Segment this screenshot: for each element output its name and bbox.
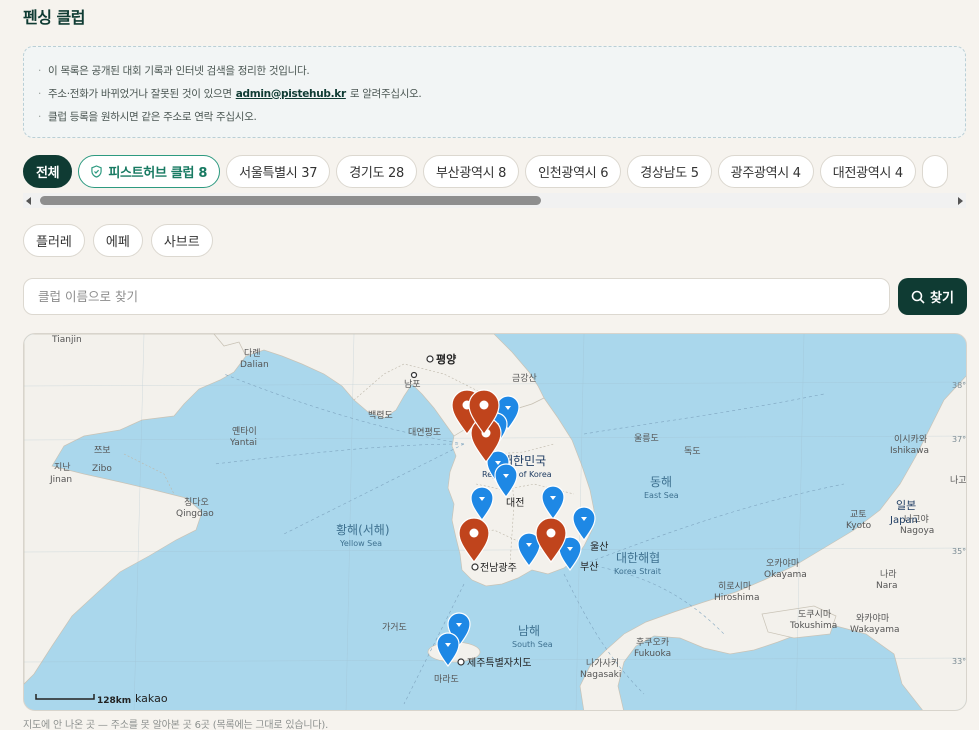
map-label: 독도 bbox=[684, 446, 701, 457]
land-japan bbox=[579, 375, 966, 710]
contact-email-link[interactable]: admin@pistehub.kr bbox=[236, 88, 346, 100]
chip-weapon-epee[interactable]: 에페 bbox=[92, 224, 143, 257]
sea-label: Korea Strait bbox=[614, 567, 661, 576]
chip-region[interactable]: 경상남도 5 bbox=[627, 155, 712, 188]
map-label: 마라도 bbox=[434, 674, 459, 685]
map-label: Kyoto bbox=[846, 521, 872, 531]
sea-label: 동해 bbox=[650, 475, 672, 489]
city-marker bbox=[457, 658, 465, 666]
map-label: 백령도 bbox=[368, 409, 393, 421]
scroll-right-arrow-icon[interactable] bbox=[958, 197, 963, 205]
chip-all[interactable]: 전체 bbox=[23, 155, 73, 188]
map-scale: 128km bbox=[35, 694, 131, 706]
map-label: 금강산 bbox=[512, 373, 537, 384]
city-marker bbox=[471, 563, 479, 571]
map-label: Tokushima bbox=[789, 621, 837, 631]
map-label: 이시카와 bbox=[894, 433, 927, 445]
chip-region[interactable]: 부산광역시 8 bbox=[423, 155, 520, 188]
city-label: 대전 bbox=[506, 497, 524, 509]
map-footnote: 지도에 안 나온 곳 — 주소를 못 알아본 곳 6곳 (목록에는 그대로 있습… bbox=[23, 720, 329, 730]
weapon-filter-chips: 플러레 에페 사브르 bbox=[23, 224, 213, 258]
chip-weapon-foil[interactable]: 플러레 bbox=[23, 224, 85, 257]
notice-line: · 이 목록은 공개된 대회 기록과 인터넷 검색을 정리한 것입니다. bbox=[38, 64, 310, 78]
latitude-label: 35° bbox=[952, 547, 966, 556]
map-provider-logo: kakao bbox=[135, 692, 168, 705]
search-button[interactable]: 찾기 bbox=[898, 278, 967, 315]
city-label: 전남광주 bbox=[480, 562, 517, 574]
map-label: 나가사키 bbox=[586, 658, 619, 669]
map-label: 도쿠시마 bbox=[798, 609, 832, 620]
map-label: 다롄 bbox=[244, 348, 261, 359]
map-label: 나고 bbox=[950, 475, 967, 486]
chip-region[interactable]: 경기도 28 bbox=[336, 155, 417, 188]
sea-label: 황해(서해) bbox=[336, 523, 390, 537]
chip-region[interactable]: 대전광역시 4 bbox=[819, 155, 916, 188]
sea-label: South Sea bbox=[512, 640, 553, 649]
map-label: 후쿠오카 bbox=[636, 637, 669, 648]
map-label: 지난 bbox=[54, 462, 71, 473]
map-label: Nara bbox=[876, 581, 897, 591]
map-label: Tianjin bbox=[51, 335, 82, 345]
notice-line: · 클럽 등록을 원하시면 같은 주소로 연락 주십시오. bbox=[38, 110, 257, 124]
latitude-label: 38° bbox=[952, 381, 966, 390]
sea-label: 남해 bbox=[518, 624, 540, 638]
chip-region[interactable]: 서울특별시 37 bbox=[226, 155, 331, 188]
club-map[interactable]: Tianjin 다롄 Dalian 남포 금강산 백령도 대연평도 옌타이 Ya… bbox=[23, 333, 967, 711]
chips-scrollbar[interactable] bbox=[23, 193, 966, 208]
chip-weapon-sabre[interactable]: 사브르 bbox=[150, 224, 213, 257]
map-label: Qingdao bbox=[176, 509, 214, 519]
city-label: 평양 bbox=[436, 352, 456, 366]
country-label: 일본 bbox=[896, 498, 916, 512]
latitude-label: 33° bbox=[952, 657, 966, 666]
scrollbar-thumb[interactable] bbox=[40, 196, 541, 205]
page-title: 펜싱 클럽 bbox=[23, 8, 85, 27]
map-label: 오카야마 bbox=[766, 558, 800, 569]
city-label: 제주특별자치도 bbox=[467, 657, 531, 669]
chip-region[interactable]: 인천광역시 6 bbox=[525, 155, 622, 188]
map-canvas[interactable]: Tianjin 다롄 Dalian 남포 금강산 백령도 대연평도 옌타이 Ya… bbox=[24, 334, 967, 711]
city-marker bbox=[410, 371, 418, 379]
notice-line: · 주소·전화가 바뀌었거나 잘못된 것이 있으면 admin@pistehub.k… bbox=[38, 87, 422, 101]
shield-check-icon bbox=[91, 165, 103, 178]
map-label: 쯔보 bbox=[94, 445, 111, 456]
map-label: Zibo bbox=[92, 464, 112, 474]
city-label: 부산 bbox=[580, 561, 598, 573]
sea-label: East Sea bbox=[644, 491, 679, 500]
chip-region[interactable]: 광주광역시 4 bbox=[717, 155, 814, 188]
chip-region[interactable] bbox=[921, 155, 948, 188]
city-label: 울산 bbox=[590, 541, 608, 553]
club-search-input[interactable] bbox=[23, 278, 890, 315]
search-icon bbox=[911, 290, 925, 304]
chip-pistehub-clubs[interactable]: 피스트허브 클럽 8 bbox=[78, 155, 221, 188]
map-label: 와카야마 bbox=[856, 612, 890, 624]
map-label: Hiroshima bbox=[714, 593, 759, 603]
map-label: Jinan bbox=[49, 475, 72, 485]
map-label: Nagasaki bbox=[580, 670, 621, 680]
map-label: 남포 bbox=[404, 379, 421, 390]
city-marker bbox=[426, 355, 434, 363]
country-label: Japan bbox=[889, 515, 918, 526]
map-label: Ishikawa bbox=[890, 446, 929, 456]
map-label: 울릉도 bbox=[634, 433, 659, 444]
latitude-label: 37° bbox=[952, 435, 966, 444]
map-label: 칭다오 bbox=[184, 497, 209, 508]
map-label: 교토 bbox=[850, 510, 867, 520]
region-filter-chips: 전체 피스트허브 클럽 8 서울특별시 37 경기도 28 부산광역시 8 인천광역시 6… bbox=[23, 155, 979, 189]
sea-label: 대한해협 bbox=[616, 551, 660, 565]
map-label: Fukuoka bbox=[634, 649, 671, 659]
map-label: 대연평도 bbox=[408, 427, 441, 438]
scroll-left-arrow-icon[interactable] bbox=[26, 197, 31, 205]
map-label: 가거도 bbox=[382, 622, 407, 633]
map-label: Okayama bbox=[764, 570, 807, 580]
scale-label: 128km bbox=[97, 696, 131, 706]
notice-box: · 이 목록은 공개된 대회 기록과 인터넷 검색을 정리한 것입니다. · 주소·… bbox=[23, 46, 966, 138]
map-label: Dalian bbox=[240, 360, 269, 370]
map-label: Nagoya bbox=[900, 526, 934, 536]
sea-label: Yellow Sea bbox=[339, 539, 382, 548]
map-label: Yantai bbox=[229, 438, 257, 448]
map-label: 히로시마 bbox=[718, 581, 752, 592]
map-label: 나라 bbox=[880, 569, 897, 580]
map-label: 옌타이 bbox=[232, 426, 257, 437]
map-label: Wakayama bbox=[850, 625, 900, 635]
